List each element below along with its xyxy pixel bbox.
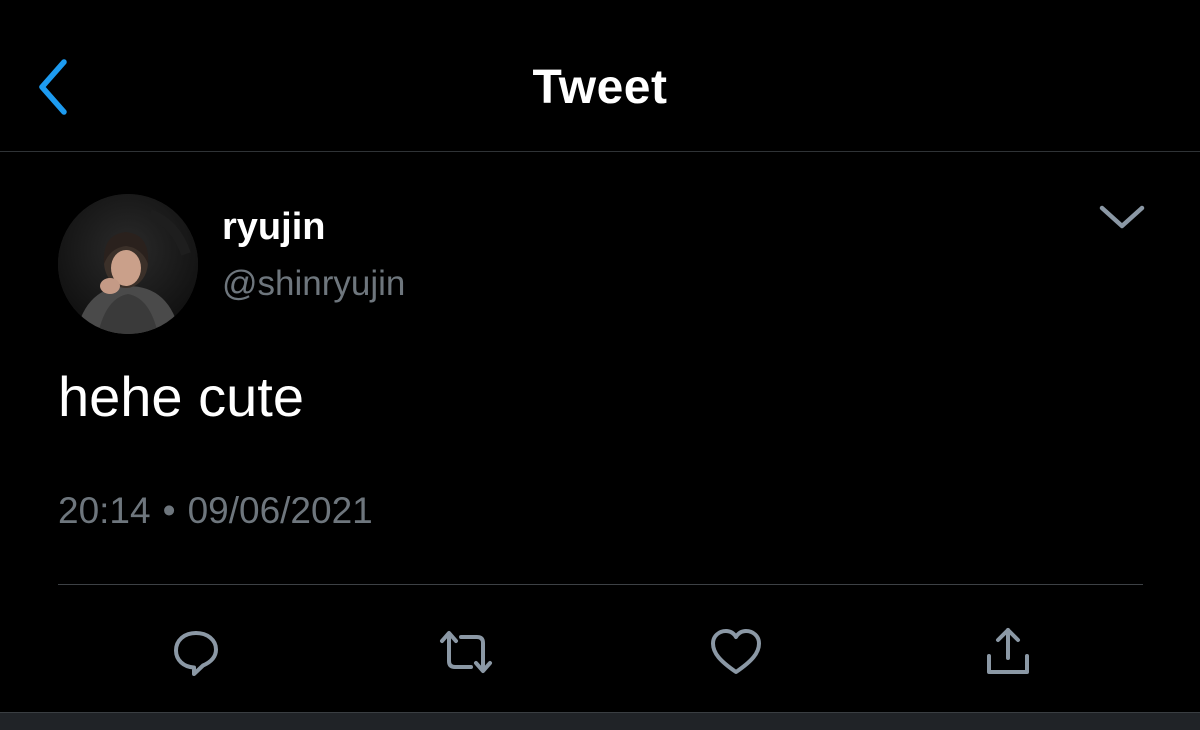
like-icon bbox=[711, 629, 761, 674]
retweet-button[interactable] bbox=[436, 622, 496, 682]
tweet-timestamp: 20:14 • 09/06/2021 bbox=[58, 490, 373, 532]
reply-icon bbox=[174, 631, 218, 676]
chevron-down-icon bbox=[1099, 205, 1145, 229]
avatar[interactable] bbox=[58, 194, 198, 334]
meta-separator: • bbox=[162, 490, 176, 531]
share-button[interactable] bbox=[978, 622, 1038, 682]
tweet-text: hehe cute bbox=[58, 365, 304, 428]
retweet-icon bbox=[440, 631, 492, 673]
user-handle[interactable]: @shinryujin bbox=[222, 264, 405, 304]
share-icon bbox=[987, 628, 1029, 674]
tweet-date: 09/06/2021 bbox=[187, 490, 373, 531]
like-button[interactable] bbox=[706, 622, 766, 682]
page-title: Tweet bbox=[532, 61, 668, 114]
tweet-time: 20:14 bbox=[58, 490, 151, 531]
tweet-detail: ryujin @shinryujin hehe cute 20:14 • 09/06… bbox=[0, 152, 1200, 712]
display-name[interactable]: ryujin bbox=[222, 206, 325, 249]
divider bbox=[58, 584, 1143, 585]
more-options-button[interactable] bbox=[1094, 198, 1150, 238]
top-bar: Tweet bbox=[0, 0, 1200, 152]
reply-bar bbox=[0, 712, 1200, 730]
reply-button[interactable] bbox=[166, 622, 226, 682]
avatar-photo bbox=[58, 194, 198, 334]
